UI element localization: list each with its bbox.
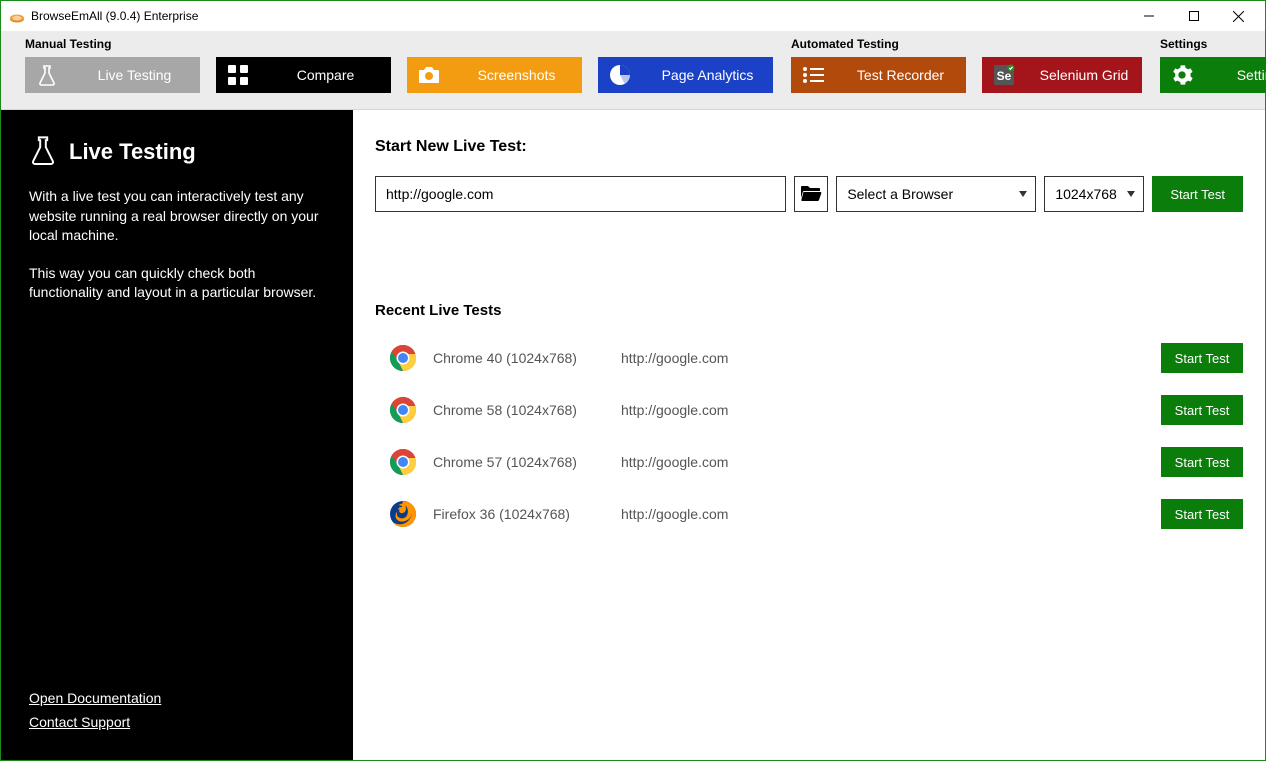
recent-start-test-button[interactable]: Start Test — [1161, 447, 1243, 477]
page-analytics-button[interactable]: Page Analytics — [598, 57, 773, 93]
recent-test-row: Chrome 58 (1024x768)http://google.comSta… — [375, 393, 1243, 427]
test-recorder-button[interactable]: Test Recorder — [791, 57, 966, 93]
window-title: BrowseEmAll (9.0.4) Enterprise — [31, 9, 198, 23]
folder-open-icon — [800, 184, 822, 205]
maximize-button[interactable] — [1171, 2, 1216, 30]
live-testing-label: Live Testing — [69, 67, 200, 83]
flask-icon — [29, 134, 57, 169]
recent-test-browser: Firefox 36 (1024x768) — [433, 506, 621, 522]
page-analytics-label: Page Analytics — [642, 67, 773, 83]
toolbar-manual-section: Manual Testing Live Testing Compare Scre… — [25, 37, 773, 93]
pie-chart-icon — [598, 57, 642, 93]
selenium-icon: Se — [982, 57, 1026, 93]
settings-button[interactable]: Settings — [1160, 57, 1266, 93]
sidebar-paragraph-1: With a live test you can interactively t… — [29, 187, 329, 246]
toolbar-automated-label: Automated Testing — [791, 37, 1142, 51]
start-new-test-heading: Start New Live Test: — [375, 138, 1243, 156]
camera-icon — [407, 57, 451, 93]
recent-test-browser: Chrome 40 (1024x768) — [433, 350, 621, 366]
toolbar: Manual Testing Live Testing Compare Scre… — [1, 31, 1265, 110]
sidebar: Live Testing With a live test you can in… — [1, 110, 353, 760]
recent-test-row: Firefox 36 (1024x768)http://google.comSt… — [375, 497, 1243, 531]
recent-test-url: http://google.com — [621, 350, 1161, 366]
grid-icon — [216, 57, 260, 93]
compare-button[interactable]: Compare — [216, 57, 391, 93]
recent-test-browser: Chrome 58 (1024x768) — [433, 402, 621, 418]
open-documentation-link[interactable]: Open Documentation — [29, 690, 329, 706]
chrome-icon — [389, 448, 417, 476]
flask-icon — [25, 57, 69, 93]
main-area: Live Testing With a live test you can in… — [1, 110, 1265, 760]
screenshots-button[interactable]: Screenshots — [407, 57, 582, 93]
browser-select[interactable]: Select a Browser — [836, 176, 1036, 212]
recent-tests-heading: Recent Live Tests — [375, 302, 1243, 319]
content-area: Start New Live Test: Select a Browser 10… — [353, 110, 1265, 760]
settings-label: Settings — [1204, 67, 1266, 83]
recent-start-test-button[interactable]: Start Test — [1161, 343, 1243, 373]
titlebar: BrowseEmAll (9.0.4) Enterprise — [1, 1, 1265, 31]
toolbar-settings-group-label: Settings — [1160, 37, 1266, 51]
minimize-button[interactable] — [1126, 2, 1171, 30]
sidebar-heading-row: Live Testing — [29, 134, 329, 169]
screenshots-label: Screenshots — [451, 67, 582, 83]
recent-test-url: http://google.com — [621, 506, 1161, 522]
recent-test-row: Chrome 57 (1024x768)http://google.comSta… — [375, 445, 1243, 479]
toolbar-manual-label: Manual Testing — [25, 37, 773, 51]
sidebar-title: Live Testing — [69, 139, 196, 165]
recent-test-row: Chrome 40 (1024x768)http://google.comSta… — [375, 341, 1243, 375]
recent-start-test-button[interactable]: Start Test — [1161, 499, 1243, 529]
list-icon — [791, 57, 835, 93]
selenium-grid-button[interactable]: Se Selenium Grid — [982, 57, 1142, 93]
test-recorder-label: Test Recorder — [835, 67, 966, 83]
recent-test-url: http://google.com — [621, 454, 1161, 470]
start-test-button[interactable]: Start Test — [1152, 176, 1243, 212]
recent-tests-list: Chrome 40 (1024x768)http://google.comSta… — [375, 341, 1243, 531]
start-new-test-row: Select a Browser 1024x768 Start Test — [375, 176, 1243, 212]
selenium-grid-label: Selenium Grid — [1026, 67, 1142, 83]
compare-label: Compare — [260, 67, 391, 83]
toolbar-settings-section: Settings Settings — [1160, 37, 1266, 93]
contact-support-link[interactable]: Contact Support — [29, 714, 329, 730]
recent-start-test-button[interactable]: Start Test — [1161, 395, 1243, 425]
live-testing-button[interactable]: Live Testing — [25, 57, 200, 93]
gear-icon — [1160, 57, 1204, 93]
chrome-icon — [389, 344, 417, 372]
url-input[interactable] — [375, 176, 786, 212]
recent-test-browser: Chrome 57 (1024x768) — [433, 454, 621, 470]
app-icon — [9, 8, 25, 24]
open-file-button[interactable] — [794, 176, 828, 212]
close-button[interactable] — [1216, 2, 1261, 30]
sidebar-paragraph-2: This way you can quickly check both func… — [29, 264, 329, 303]
chrome-icon — [389, 396, 417, 424]
firefox-icon — [389, 500, 417, 528]
recent-test-url: http://google.com — [621, 402, 1161, 418]
resolution-select[interactable]: 1024x768 — [1044, 176, 1144, 212]
toolbar-automated-section: Automated Testing Test Recorder Se Selen… — [791, 37, 1142, 93]
